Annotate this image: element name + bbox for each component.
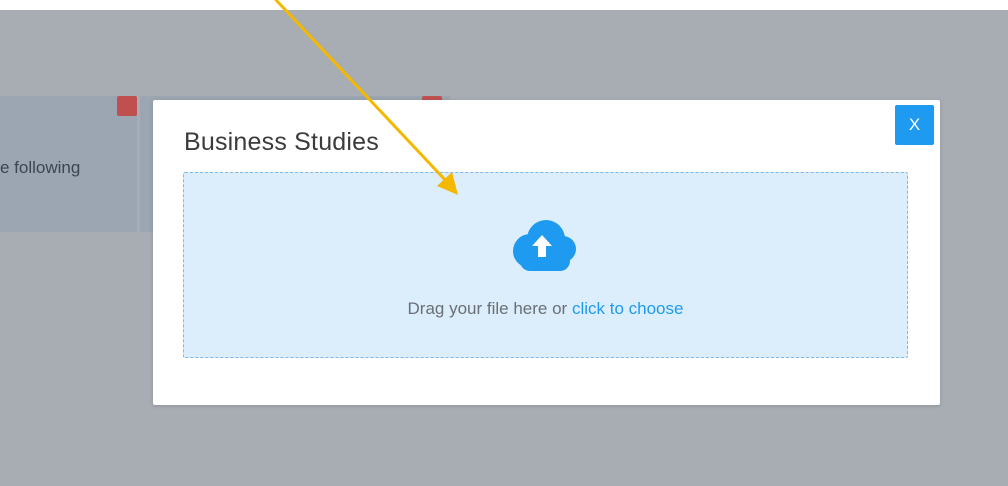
card-badge: [117, 96, 137, 116]
upload-modal: Business Studies X Drag your file here o…: [153, 100, 940, 405]
file-dropzone[interactable]: Drag your file here or click to choose: [183, 172, 908, 358]
background-card-text: e following: [0, 158, 81, 177]
close-button[interactable]: X: [895, 105, 934, 145]
cloud-upload-icon: [513, 220, 576, 271]
dropzone-text: Drag your file here or: [407, 299, 568, 318]
dropzone-instructions: Drag your file here or click to choose: [184, 299, 907, 319]
choose-file-link[interactable]: click to choose: [572, 299, 684, 318]
modal-title: Business Studies: [184, 128, 379, 156]
